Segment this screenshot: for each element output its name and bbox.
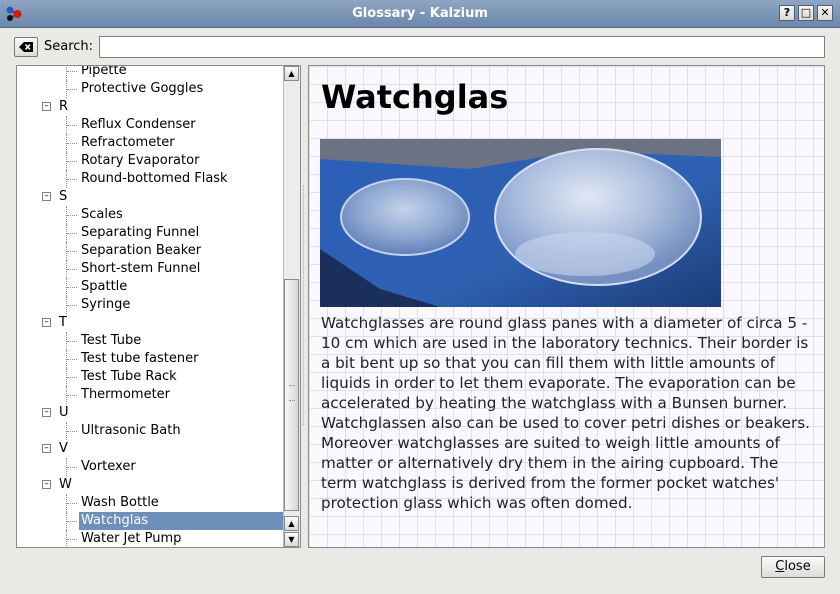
tree-item[interactable]: Test Tube xyxy=(17,332,285,350)
tree-group-label: S xyxy=(59,189,68,204)
tree-item-label: Test Tube Rack xyxy=(81,369,177,384)
tree-item[interactable]: Separating Funnel xyxy=(17,224,285,242)
collapse-icon[interactable]: – xyxy=(42,408,51,417)
tree-item-label: Spattle xyxy=(81,279,128,294)
tree-item-label: Reflux Condenser xyxy=(81,117,196,132)
tree-item[interactable]: Test tube fastener xyxy=(17,350,285,368)
close-mnemonic: C xyxy=(775,559,785,574)
tree-item-label: Thermometer xyxy=(81,387,171,402)
collapse-icon[interactable]: – xyxy=(42,318,51,327)
collapse-icon[interactable]: – xyxy=(42,192,51,201)
maximize-button[interactable]: □ xyxy=(798,5,814,21)
collapse-icon[interactable]: – xyxy=(42,444,51,453)
tree-item-label: Separating Funnel xyxy=(81,225,200,240)
collapse-icon[interactable]: – xyxy=(42,480,51,489)
tree-group-t[interactable]: – T xyxy=(17,314,285,332)
collapse-icon[interactable]: – xyxy=(42,102,51,111)
tree-group-v[interactable]: – V xyxy=(17,440,285,458)
tree-item-label: Syringe xyxy=(81,297,131,312)
tree-item-label: Protective Goggles xyxy=(81,81,204,96)
tree-item-label: Vortexer xyxy=(81,459,136,474)
tree-item[interactable]: Syringe xyxy=(17,296,285,314)
tree-group-label: U xyxy=(59,405,69,420)
tree-item-label: Test tube fastener xyxy=(81,351,199,366)
scroll-up-button[interactable]: ▲ xyxy=(284,66,299,81)
tree-item-label: Round-bottomed Flask xyxy=(81,171,228,186)
article-title: Watchglas xyxy=(321,78,509,116)
tree-group-r[interactable]: – R xyxy=(17,98,285,116)
clear-search-button[interactable] xyxy=(14,37,38,57)
tree-item[interactable]: Thermometer xyxy=(17,386,285,404)
tree-group-label: W xyxy=(59,477,72,492)
close-window-button[interactable]: ✕ xyxy=(817,5,833,21)
tree-scrollbar[interactable]: ▲ ▲ ▼ xyxy=(283,66,300,547)
tree-item-label: Wash Bottle xyxy=(81,495,159,510)
tree-item[interactable]: Water Jet Pump xyxy=(17,530,285,547)
tree-group-label: V xyxy=(59,441,68,456)
tree-group-label: R xyxy=(59,99,69,114)
clear-left-icon xyxy=(19,42,33,52)
tree-item[interactable]: Vortexer xyxy=(17,458,285,476)
tree-item-label: Separation Beaker xyxy=(81,243,202,258)
tree-item[interactable]: Refractometer xyxy=(17,134,285,152)
window-title: Glossary - Kalzium xyxy=(352,6,488,21)
scroll-down-button[interactable]: ▼ xyxy=(284,532,299,547)
tree-item[interactable]: Watchglas xyxy=(17,512,287,530)
tree-group-u[interactable]: – U xyxy=(17,404,285,422)
tree-item-label: Pipette xyxy=(81,65,127,78)
scroll-up-button-bottom[interactable]: ▲ xyxy=(284,516,299,531)
tree-item[interactable]: Protective Goggles xyxy=(17,80,285,98)
tree-item[interactable]: Test Tube Rack xyxy=(17,368,285,386)
glossary-tree[interactable]: Pipette Protective Goggles – R Reflux Conden… xyxy=(16,65,301,548)
close-button[interactable]: Close xyxy=(761,556,825,578)
search-input[interactable] xyxy=(99,36,825,58)
tree-item-label: Short-stem Funnel xyxy=(81,261,201,276)
article-view: Watchglas Watchglasses are round glass p… xyxy=(308,65,825,548)
tree-item-label: Test Tube xyxy=(81,333,142,348)
watchglass-photo xyxy=(320,139,721,307)
search-label: Search: xyxy=(44,39,94,54)
tree-item[interactable]: Round-bottomed Flask xyxy=(17,170,285,188)
tree-item[interactable]: Ultrasonic Bath xyxy=(17,422,285,440)
tree-item[interactable]: Reflux Condenser xyxy=(17,116,285,134)
tree-item-label: Ultrasonic Bath xyxy=(81,423,181,438)
tree-item[interactable]: Short-stem Funnel xyxy=(17,260,285,278)
scrollbar-thumb[interactable] xyxy=(284,279,299,511)
article-description: Watchglasses are round glass panes with … xyxy=(321,314,810,512)
tree-list: Pipette Protective Goggles – R Reflux Conden… xyxy=(17,65,287,547)
tree-item[interactable]: Wash Bottle xyxy=(17,494,285,512)
tree-item-label: Refractometer xyxy=(81,135,175,150)
tree-item[interactable]: Scales xyxy=(17,206,285,224)
tree-item-label: Rotary Evaporator xyxy=(81,153,200,168)
tree-group-label: T xyxy=(59,315,67,330)
tree-item-label: Water Jet Pump xyxy=(81,531,182,546)
title-bar[interactable]: Glossary - Kalzium ? □ ✕ xyxy=(0,0,840,28)
close-label: lose xyxy=(784,559,811,574)
tree-item[interactable]: Spattle xyxy=(17,278,285,296)
tree-group-w[interactable]: – W xyxy=(17,476,285,494)
tree-item[interactable]: Pipette xyxy=(17,65,285,80)
search-bar: Search: xyxy=(0,27,840,65)
tree-item-label: Scales xyxy=(81,207,123,222)
tree-item-label: Watchglas xyxy=(79,512,287,530)
tree-item[interactable]: Separation Beaker xyxy=(17,242,285,260)
help-button[interactable]: ? xyxy=(779,5,795,21)
tree-item[interactable]: Rotary Evaporator xyxy=(17,152,285,170)
tree-group-s[interactable]: – S xyxy=(17,188,285,206)
